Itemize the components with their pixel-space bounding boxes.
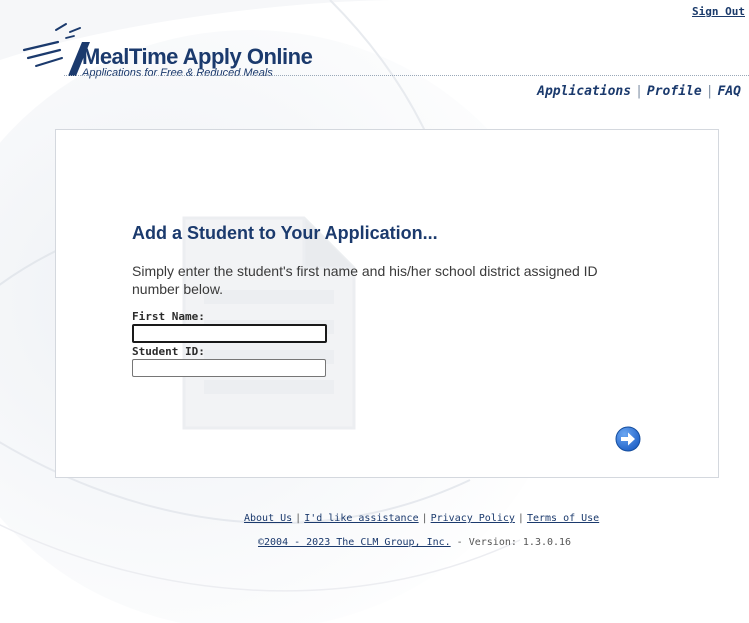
nav-separator: |: [705, 84, 714, 99]
footer-link-assistance[interactable]: I'd like assistance: [304, 513, 418, 524]
header-divider: [64, 75, 749, 76]
page-title: Add a Student to Your Application...: [132, 223, 438, 243]
nav-applications[interactable]: Applications: [537, 84, 631, 99]
instructions-text: Simply enter the student's first name an…: [132, 263, 598, 297]
copyright: ©2004 - 2023 The CLM Group, Inc. - Versi…: [258, 537, 571, 548]
footer-link-about[interactable]: About Us: [244, 513, 292, 524]
footer-link-privacy[interactable]: Privacy Policy: [431, 513, 515, 524]
footer-links: About Us | I'd like assistance | Privacy Pol…: [244, 513, 599, 524]
add-student-panel: Add a Student to Your Application... Sim…: [55, 129, 719, 478]
copyright-link[interactable]: ©2004 - 2023 The CLM Group, Inc.: [258, 537, 451, 548]
next-arrow-button[interactable]: [615, 426, 641, 452]
logo[interactable]: MealTime Apply Online Applications for F…: [22, 20, 342, 80]
nav-faq[interactable]: FAQ: [718, 84, 741, 99]
logo-subtitle: Applications for Free & Reduced Meals: [82, 67, 273, 79]
header: Sign Out MealTime Apply Online Applicati…: [0, 0, 749, 110]
panel-content: Add a Student to Your Application... Sim…: [132, 223, 652, 379]
version-text: - Version: 1.3.0.16: [450, 537, 572, 548]
footer-separator: |: [421, 513, 428, 524]
student-id-label: Student ID:: [132, 345, 205, 358]
main-nav: Applications | Profile | FAQ: [537, 84, 741, 99]
first-name-input[interactable]: [132, 324, 327, 343]
nav-profile[interactable]: Profile: [647, 84, 702, 99]
footer-separator: |: [517, 513, 524, 524]
student-id-input[interactable]: [132, 359, 326, 377]
footer-separator: |: [295, 513, 302, 524]
nav-separator: |: [635, 84, 643, 99]
sign-out-link[interactable]: Sign Out: [692, 5, 745, 18]
first-name-label: First Name:: [132, 310, 205, 323]
footer-link-terms[interactable]: Terms of Use: [527, 513, 599, 524]
